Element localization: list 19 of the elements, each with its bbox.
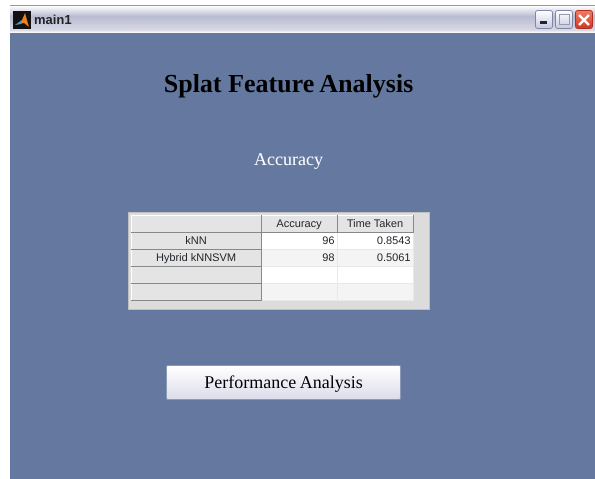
column-header[interactable]: Accuracy (261, 216, 337, 232)
minimize-button[interactable] (535, 10, 553, 29)
close-icon (578, 14, 590, 26)
performance-analysis-button[interactable]: Performance Analysis (166, 365, 401, 400)
row-header[interactable]: kNN (131, 232, 261, 250)
table-cell: 0.5061 (337, 250, 413, 266)
table-cell: 98 (261, 250, 337, 266)
column-header[interactable]: Time Taken (337, 216, 413, 232)
row-header[interactable]: Hybrid kNNSVM (131, 250, 261, 266)
maximize-icon (558, 14, 570, 25)
row-header[interactable] (131, 284, 261, 300)
row-header[interactable] (131, 266, 261, 284)
heading: Splat Feature Analysis (164, 69, 414, 99)
table-cell: 96 (261, 232, 337, 250)
table-cell: 0.8543 (337, 232, 413, 250)
subheading: Accuracy (254, 149, 323, 170)
close-button[interactable] (575, 10, 593, 29)
app-icon (13, 10, 31, 28)
window-title: main1 (34, 12, 72, 27)
